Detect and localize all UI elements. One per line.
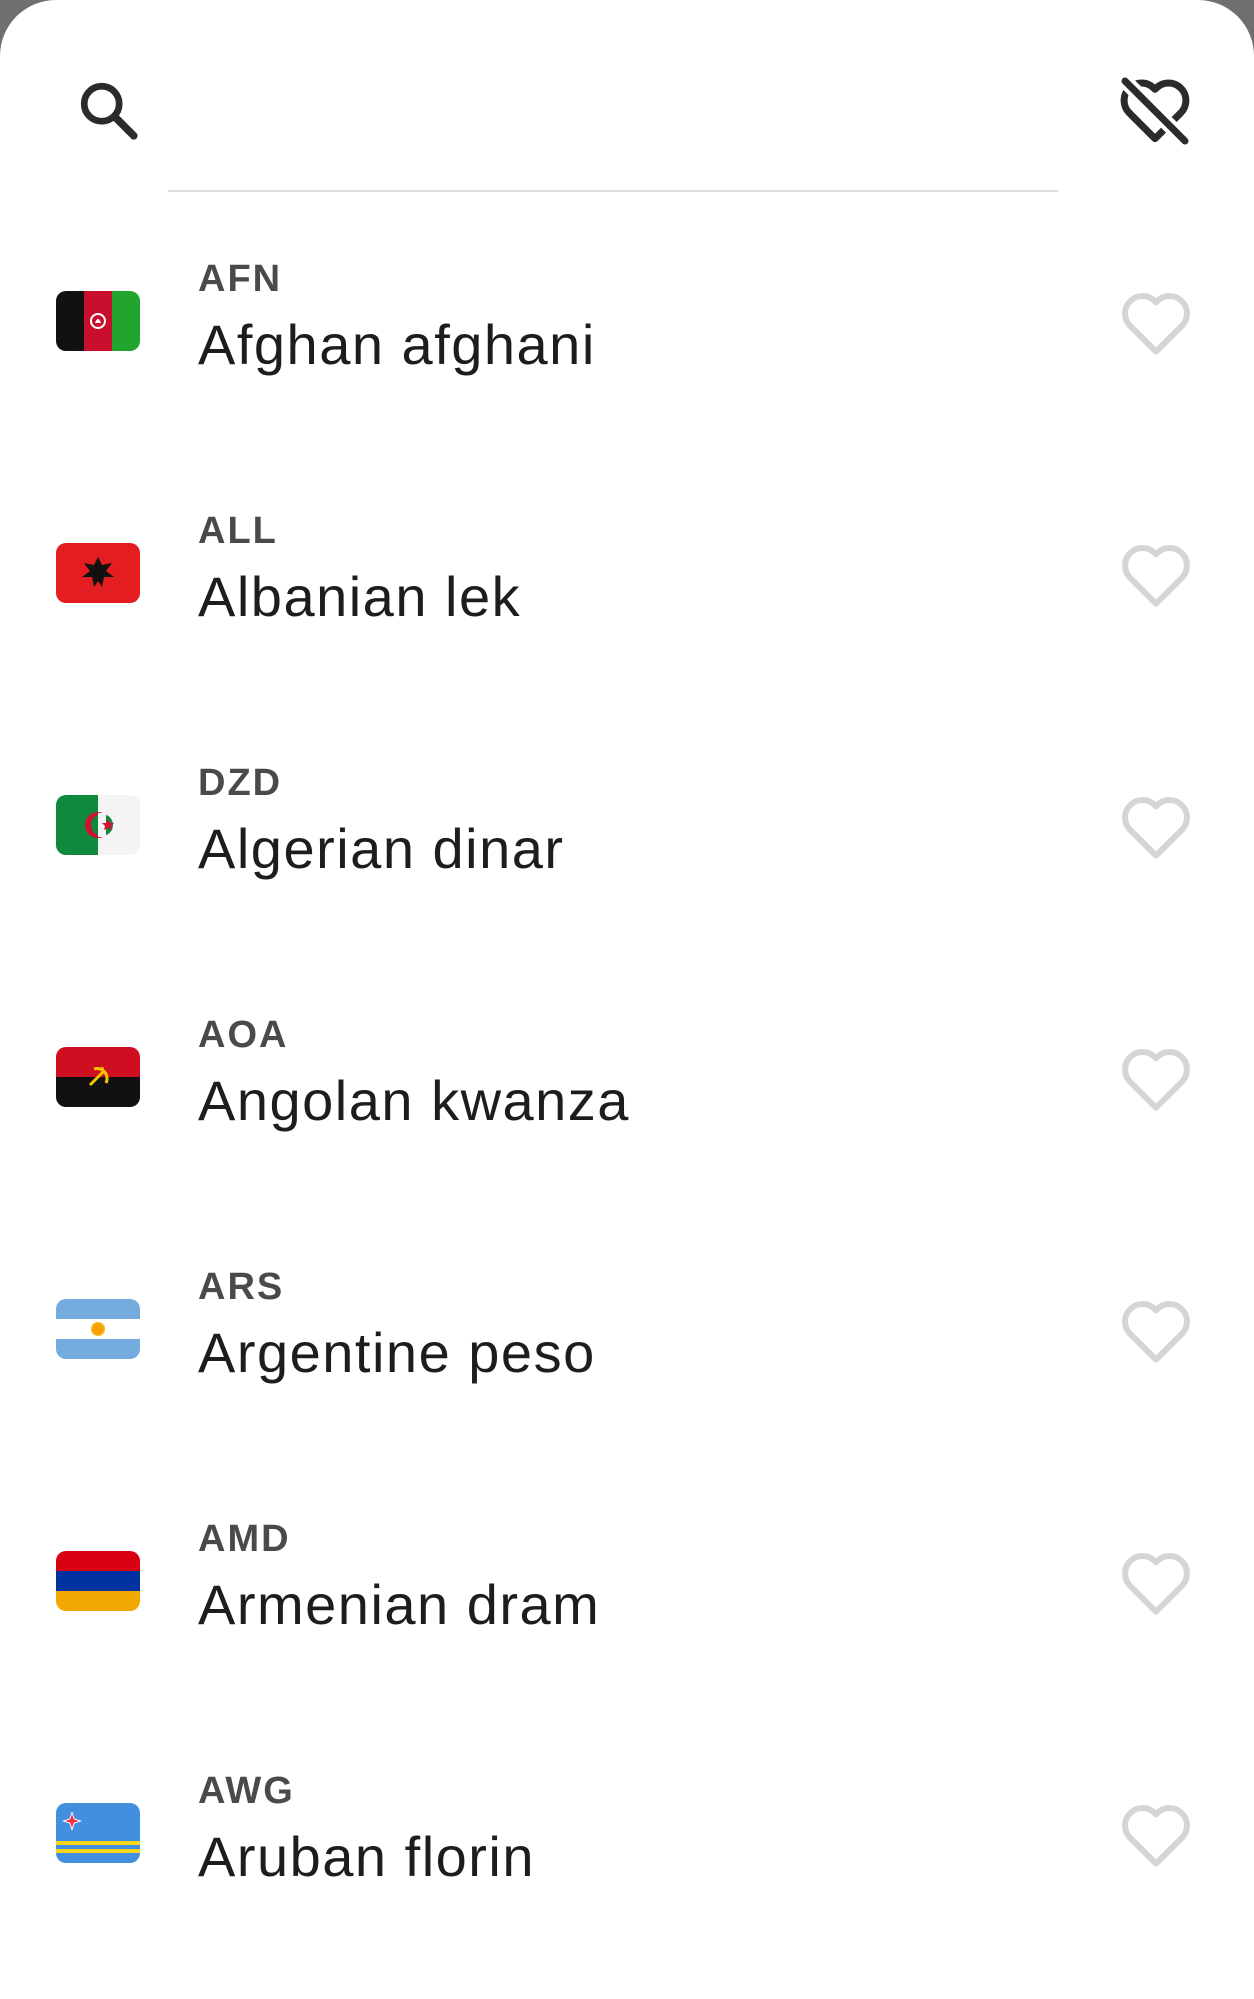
currency-name: Afghan afghani: [198, 313, 596, 376]
heart-off-icon: [1115, 71, 1195, 156]
list-item[interactable]: AFN Afghan afghani: [0, 196, 1254, 448]
list-item[interactable]: AWG Aruban florin: [0, 1708, 1254, 1960]
heart-outline-icon[interactable]: [1116, 1544, 1196, 1624]
currency-code: AMD: [198, 1518, 291, 1560]
heart-outline-icon[interactable]: [1116, 1040, 1196, 1120]
currency-name: Algerian dinar: [198, 817, 565, 880]
heart-outline-icon[interactable]: [1116, 284, 1196, 364]
heart-outline-icon[interactable]: [1116, 1292, 1196, 1372]
currency-name: Aruban florin: [198, 1825, 536, 1888]
aruba-flag-icon: [56, 1803, 140, 1863]
albania-flag-icon: [56, 543, 140, 603]
currency-name: Argentine peso: [198, 1321, 596, 1384]
heart-outline-icon[interactable]: [1116, 536, 1196, 616]
heart-outline-icon[interactable]: [1116, 1796, 1196, 1876]
search-header: [0, 0, 1254, 196]
list-item[interactable]: DZD Algerian dinar: [0, 700, 1254, 952]
currency-name: Angolan kwanza: [198, 1069, 630, 1132]
search-icon: [74, 76, 144, 146]
algeria-flag-icon: [56, 795, 140, 855]
currency-code: ARS: [198, 1266, 285, 1308]
currency-code: AWG: [198, 1770, 295, 1812]
currency-name: Albanian lek: [198, 565, 522, 628]
list-item[interactable]: AOA Angolan kwanza: [0, 952, 1254, 1204]
list-item[interactable]: ALL Albanian lek: [0, 448, 1254, 700]
search-input[interactable]: [168, 58, 1058, 192]
currency-code: AOA: [198, 1014, 289, 1056]
angola-flag-icon: [56, 1047, 140, 1107]
currency-code: DZD: [198, 762, 283, 804]
afghanistan-flag-icon: [56, 291, 140, 351]
currency-picker-sheet: AFN Afghan afghani ALL Albanian lek DZD …: [0, 0, 1254, 1999]
list-item[interactable]: ARS Argentine peso: [0, 1204, 1254, 1456]
favorites-filter-button[interactable]: [1110, 68, 1200, 158]
argentina-flag-icon: [56, 1299, 140, 1359]
currency-list: AFN Afghan afghani ALL Albanian lek DZD …: [0, 196, 1254, 1960]
currency-code: AFN: [198, 258, 283, 300]
heart-outline-icon[interactable]: [1116, 788, 1196, 868]
currency-code: ALL: [198, 510, 278, 552]
armenia-flag-icon: [56, 1551, 140, 1611]
list-item[interactable]: AMD Armenian dram: [0, 1456, 1254, 1708]
currency-name: Armenian dram: [198, 1573, 601, 1636]
